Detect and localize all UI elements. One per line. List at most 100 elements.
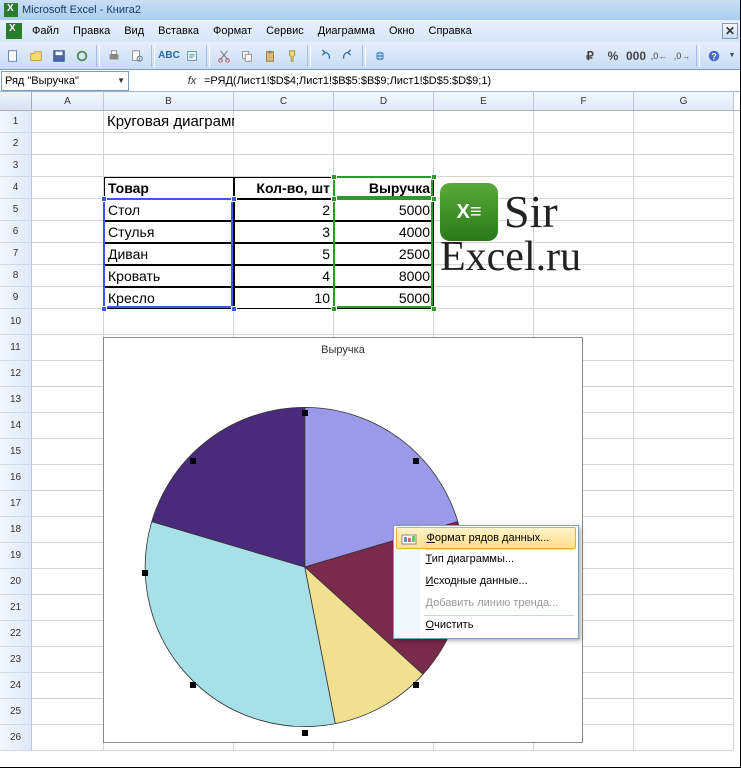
chart-selection-handle[interactable] xyxy=(413,682,419,688)
cell-B9[interactable]: Кресло xyxy=(104,287,234,309)
menu-edit[interactable]: Правка xyxy=(67,22,116,40)
column-header-C[interactable]: C xyxy=(234,92,334,110)
cell-F9[interactable] xyxy=(534,287,634,309)
column-header-F[interactable]: F xyxy=(534,92,634,110)
cell-D2[interactable] xyxy=(334,133,434,155)
ctx-format-series[interactable]: Формат рядов данных... xyxy=(396,527,577,549)
menu-file[interactable]: Файл xyxy=(26,22,65,40)
row-header-16[interactable]: 16 xyxy=(0,465,32,491)
selection-handle[interactable] xyxy=(101,196,107,202)
currency-button[interactable]: ₽ xyxy=(579,45,601,67)
cell-A23[interactable] xyxy=(32,647,104,673)
cell-A11[interactable] xyxy=(32,335,104,361)
cell-D4[interactable]: Выручка xyxy=(334,177,434,199)
column-header-G[interactable]: G xyxy=(634,92,734,110)
cell-D5[interactable]: 5000 xyxy=(334,199,434,221)
cell-C7[interactable]: 5 xyxy=(234,243,334,265)
chart-selection-handle[interactable] xyxy=(190,682,196,688)
menu-insert[interactable]: Вставка xyxy=(152,22,205,40)
row-header-6[interactable]: 6 xyxy=(0,221,32,243)
row-header-2[interactable]: 2 xyxy=(0,133,32,155)
chart-selection-handle[interactable] xyxy=(302,410,308,416)
row-header-21[interactable]: 21 xyxy=(0,595,32,621)
save-button[interactable] xyxy=(48,45,70,67)
paste-button[interactable] xyxy=(259,45,281,67)
row-header-23[interactable]: 23 xyxy=(0,647,32,673)
row-header-26[interactable]: 26 xyxy=(0,725,32,751)
cell-A10[interactable] xyxy=(32,309,104,335)
cell-G12[interactable] xyxy=(634,361,734,387)
cell-A9[interactable] xyxy=(32,287,104,309)
row-header-4[interactable]: 4 xyxy=(0,177,32,199)
row-header-14[interactable]: 14 xyxy=(0,413,32,439)
cell-B7[interactable]: Диван xyxy=(104,243,234,265)
row-header-10[interactable]: 10 xyxy=(0,309,32,335)
cell-G10[interactable] xyxy=(634,309,734,335)
row-header-3[interactable]: 3 xyxy=(0,155,32,177)
menu-help[interactable]: Справка xyxy=(423,22,478,40)
cell-D10[interactable] xyxy=(334,309,434,335)
cell-C5[interactable]: 2 xyxy=(234,199,334,221)
cell-A3[interactable] xyxy=(32,155,104,177)
cell-B4[interactable]: Товар xyxy=(104,177,234,199)
cell-A21[interactable] xyxy=(32,595,104,621)
cell-F2[interactable] xyxy=(534,133,634,155)
cell-A22[interactable] xyxy=(32,621,104,647)
cell-A7[interactable] xyxy=(32,243,104,265)
new-doc-button[interactable] xyxy=(2,45,24,67)
cell-G20[interactable] xyxy=(634,569,734,595)
row-header-7[interactable]: 7 xyxy=(0,243,32,265)
row-header-25[interactable]: 25 xyxy=(0,699,32,725)
row-header-5[interactable]: 5 xyxy=(0,199,32,221)
cell-A24[interactable] xyxy=(32,673,104,699)
cell-A14[interactable] xyxy=(32,413,104,439)
redo-button[interactable] xyxy=(337,45,359,67)
print-button[interactable] xyxy=(103,45,125,67)
cell-A19[interactable] xyxy=(32,543,104,569)
cell-A16[interactable] xyxy=(32,465,104,491)
menu-window[interactable]: Окно xyxy=(383,22,421,40)
research-button[interactable] xyxy=(181,45,203,67)
cell-A17[interactable] xyxy=(32,491,104,517)
toolbar-options-button[interactable]: ▼ xyxy=(726,45,738,67)
menu-tools[interactable]: Сервис xyxy=(260,22,310,40)
cell-A26[interactable] xyxy=(32,725,104,751)
cell-C8[interactable]: 4 xyxy=(234,265,334,287)
cell-A18[interactable] xyxy=(32,517,104,543)
cell-G16[interactable] xyxy=(634,465,734,491)
menu-format[interactable]: Формат xyxy=(207,22,258,40)
cell-D9[interactable]: 5000 xyxy=(334,287,434,309)
row-header-20[interactable]: 20 xyxy=(0,569,32,595)
cell-E9[interactable] xyxy=(434,287,534,309)
cell-B3[interactable] xyxy=(104,155,234,177)
row-header-15[interactable]: 15 xyxy=(0,439,32,465)
close-doc-button[interactable]: ✕ xyxy=(722,23,738,39)
print-preview-button[interactable] xyxy=(126,45,148,67)
cell-A15[interactable] xyxy=(32,439,104,465)
cell-A5[interactable] xyxy=(32,199,104,221)
cell-C9[interactable]: 10 xyxy=(234,287,334,309)
row-header-8[interactable]: 8 xyxy=(0,265,32,287)
cell-B6[interactable]: Стулья xyxy=(104,221,234,243)
cell-G25[interactable] xyxy=(634,699,734,725)
column-header-B[interactable]: B xyxy=(104,92,234,110)
cell-G1[interactable] xyxy=(634,111,734,133)
format-painter-button[interactable] xyxy=(282,45,304,67)
cell-B10[interactable] xyxy=(104,309,234,335)
cell-B8[interactable]: Кровать xyxy=(104,265,234,287)
cell-A13[interactable] xyxy=(32,387,104,413)
cell-C6[interactable]: 3 xyxy=(234,221,334,243)
chart-selection-handle[interactable] xyxy=(413,458,419,464)
undo-button[interactable] xyxy=(314,45,336,67)
cell-A1[interactable] xyxy=(32,111,104,133)
cell-A8[interactable] xyxy=(32,265,104,287)
cell-A20[interactable] xyxy=(32,569,104,595)
fx-icon[interactable]: fx xyxy=(184,75,200,87)
cell-E1[interactable] xyxy=(434,111,534,133)
cell-C1[interactable] xyxy=(234,111,334,133)
cell-E3[interactable] xyxy=(434,155,534,177)
formula-input[interactable]: =РЯД(Лист1!$D$4;Лист1!$B$5:$B$9;Лист1!$D… xyxy=(200,75,740,87)
chart-title[interactable]: Выручка xyxy=(104,338,582,358)
cell-C2[interactable] xyxy=(234,133,334,155)
cell-G23[interactable] xyxy=(634,647,734,673)
